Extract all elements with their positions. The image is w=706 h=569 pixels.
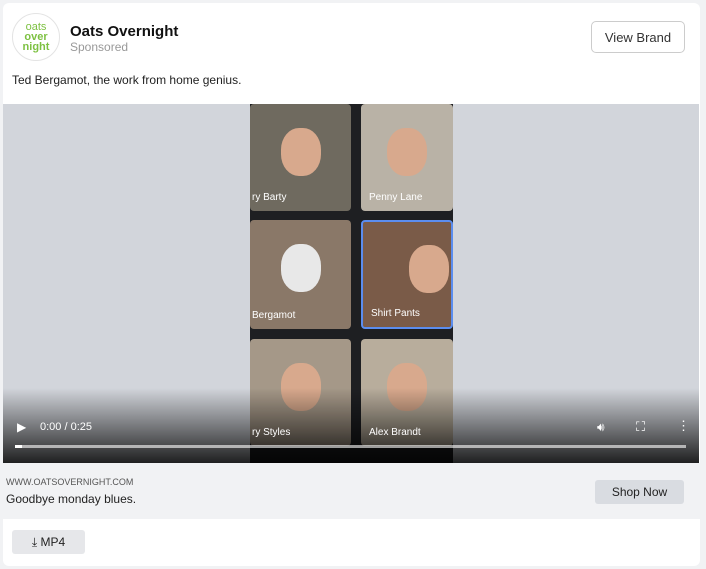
ad-card: oats over night Oats Overnight Sponsored…	[3, 3, 700, 566]
view-brand-button[interactable]: View Brand	[591, 21, 685, 53]
fullscreen-icon[interactable]: ⛶	[636, 419, 645, 435]
play-icon[interactable]: ▶	[17, 420, 26, 434]
logo-text: night	[22, 41, 50, 53]
participant-name: ry Styles	[252, 427, 291, 438]
download-label: MP4	[40, 534, 66, 549]
participant-name: Bergamot	[252, 310, 296, 321]
video-player[interactable]: ry Barty Penny Lane Bergamot Shirt Pants…	[3, 104, 699, 463]
participant-name: ry Barty	[252, 192, 287, 203]
participant-tile: ry Barty	[250, 104, 351, 211]
ad-description: Goodbye monday blues.	[6, 492, 137, 506]
brand-logo: oats over night	[12, 13, 60, 61]
participant-tile-active: Shirt Pants	[361, 220, 453, 329]
participant-name: Shirt Pants	[371, 308, 420, 319]
participant-tile: Bergamot	[250, 220, 351, 329]
download-mp4-button[interactable]: ⤓ MP4	[12, 530, 85, 554]
more-options-icon[interactable]: ⋮	[677, 418, 690, 434]
controls-overlay	[3, 388, 699, 463]
progress-bar[interactable]	[15, 445, 686, 448]
ad-caption: Ted Bergamot, the work from home genius.	[12, 73, 242, 87]
time-display: 0:00 / 0:25	[40, 421, 92, 433]
progress-fill	[15, 445, 22, 448]
volume-icon[interactable]: 🔊︎	[597, 420, 605, 435]
ad-footer: WWW.OATSOVERNIGHT.COM Goodbye monday blu…	[3, 463, 700, 519]
participant-name: Penny Lane	[369, 192, 423, 203]
participant-tile: Penny Lane	[361, 104, 453, 211]
shop-now-button[interactable]: Shop Now	[595, 480, 684, 504]
brand-name: Oats Overnight	[70, 23, 179, 40]
sponsored-label: Sponsored	[70, 40, 129, 54]
website-url[interactable]: WWW.OATSOVERNIGHT.COM	[6, 477, 133, 487]
participant-name: Alex Brandt	[369, 427, 421, 438]
